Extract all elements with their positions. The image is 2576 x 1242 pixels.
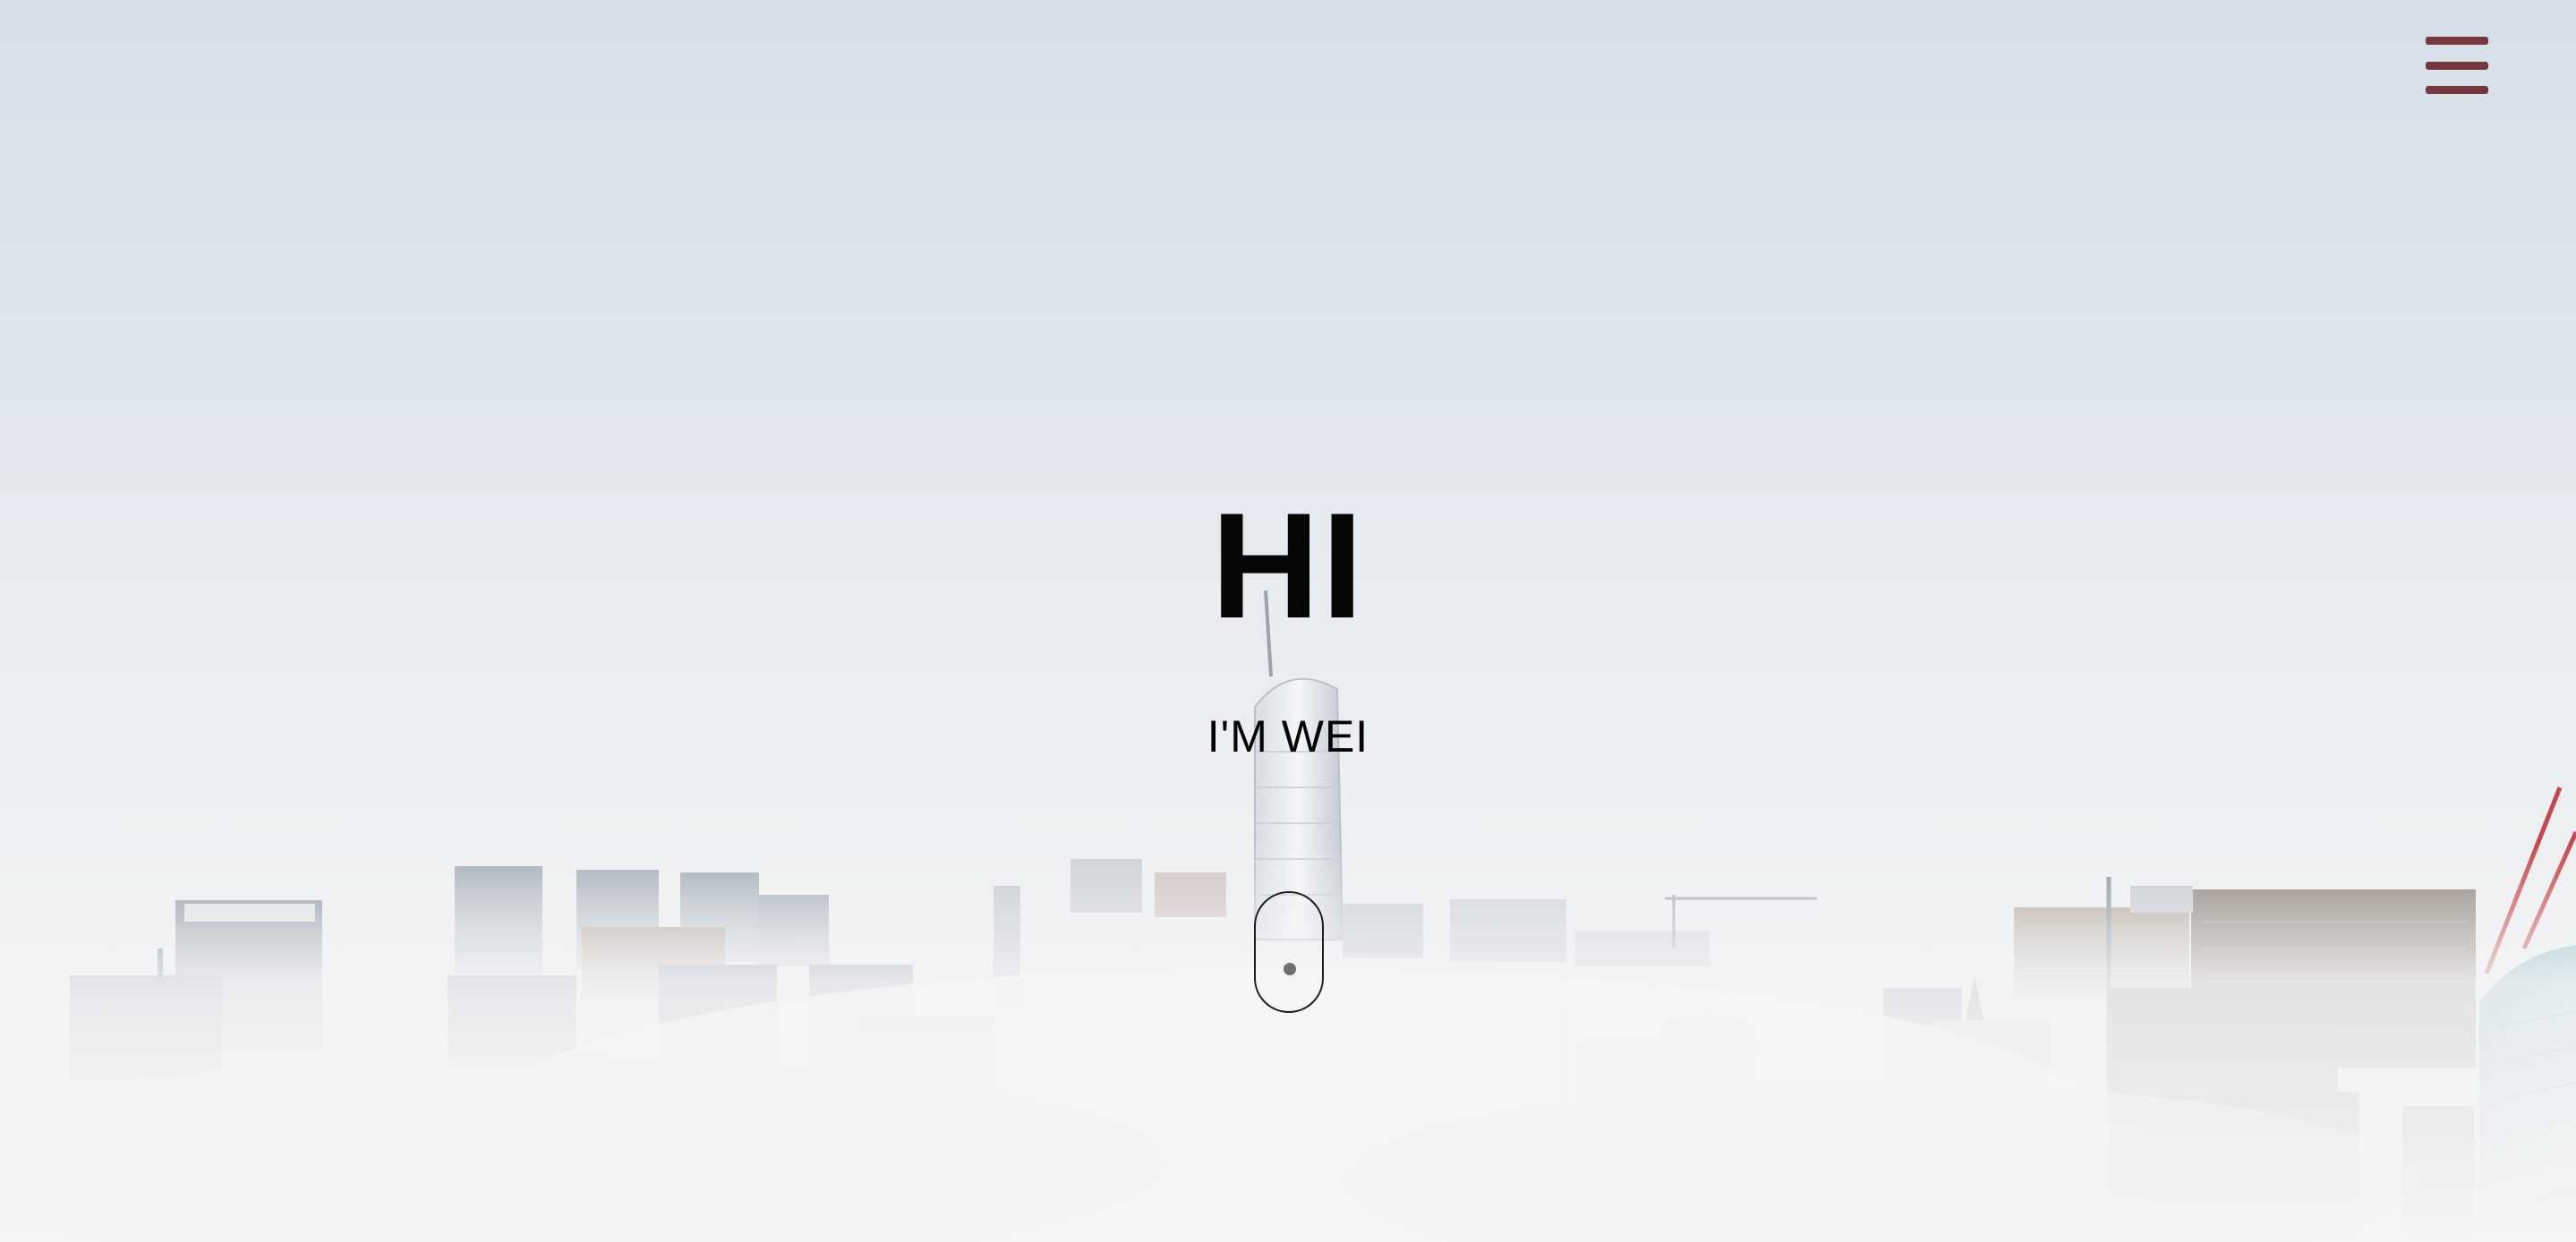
- hamburger-bar-top: [2426, 37, 2488, 45]
- menu-button[interactable]: [2417, 30, 2497, 100]
- scroll-wheel-dot: [1284, 963, 1296, 975]
- hero-title: HI: [1211, 481, 1365, 650]
- hamburger-icon: [2426, 37, 2488, 94]
- hamburger-bar-bottom: [2426, 86, 2488, 94]
- hamburger-bar-middle: [2426, 61, 2488, 70]
- hero-subtitle: I'M WEI: [1207, 711, 1369, 761]
- hero-section: HI I'M WEI: [0, 0, 2576, 1242]
- mouse-scroll-icon[interactable]: [1254, 891, 1324, 1013]
